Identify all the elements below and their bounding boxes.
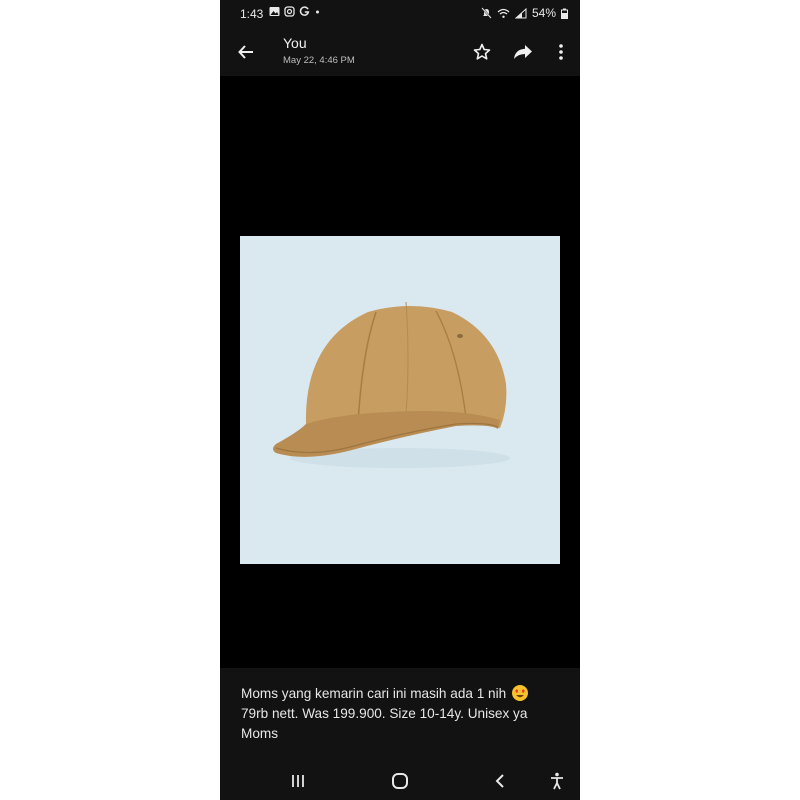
google-icon <box>299 6 310 16</box>
battery-percent: 54% <box>531 6 556 20</box>
home-button[interactable] <box>386 768 414 794</box>
sender-name: You <box>283 35 307 51</box>
message-timestamp: May 22, 4:46 PM <box>283 55 355 66</box>
system-nav-bar <box>220 762 580 800</box>
product-photo[interactable] <box>240 236 560 564</box>
back-nav-button[interactable] <box>486 768 514 794</box>
home-icon <box>392 773 408 789</box>
image-viewer[interactable] <box>220 76 580 668</box>
caption-line-2: 79rb nett. Was 199.900. Size 10-14y. Uni… <box>241 706 528 741</box>
back-nav-icon <box>495 774 504 788</box>
share-icon <box>514 45 532 59</box>
more-options-button[interactable] <box>547 38 575 66</box>
phone-screen: 1:43 54% You May 22, 4:46 PM Moms yang k… <box>220 0 580 800</box>
status-bar: 1:43 54% <box>220 0 580 28</box>
more-vert-icon <box>559 44 563 60</box>
caption-text: Moms yang kemarin cari ini masih ada 1 n… <box>241 684 566 744</box>
back-button[interactable] <box>232 38 260 66</box>
accessibility-button[interactable] <box>543 768 571 794</box>
dot-icon <box>316 10 319 14</box>
notification-icons <box>269 6 321 17</box>
star-button[interactable] <box>468 38 496 66</box>
caption-line-1: Moms yang kemarin cari ini masih ada 1 n… <box>241 686 507 701</box>
baseball-cap-image <box>273 301 510 468</box>
instagram-icon <box>284 6 295 17</box>
star-icon <box>473 43 491 60</box>
recents-icon <box>292 775 304 787</box>
gallery-icon <box>269 7 280 16</box>
accessibility-icon <box>551 772 563 790</box>
status-time: 1:43 <box>240 7 264 21</box>
recents-button[interactable] <box>284 768 312 794</box>
share-button[interactable] <box>509 38 537 66</box>
system-icons: 54% <box>481 6 568 20</box>
arrow-back-icon <box>238 45 253 59</box>
wifi-icon <box>497 8 510 18</box>
message-caption: Moms yang kemarin cari ini masih ada 1 n… <box>220 668 580 768</box>
mute-icon <box>481 7 492 19</box>
heart-eyes-emoji-icon <box>511 685 528 701</box>
signal-icon <box>514 7 527 18</box>
battery-icon <box>561 8 568 19</box>
app-bar: You May 22, 4:46 PM <box>220 28 580 76</box>
